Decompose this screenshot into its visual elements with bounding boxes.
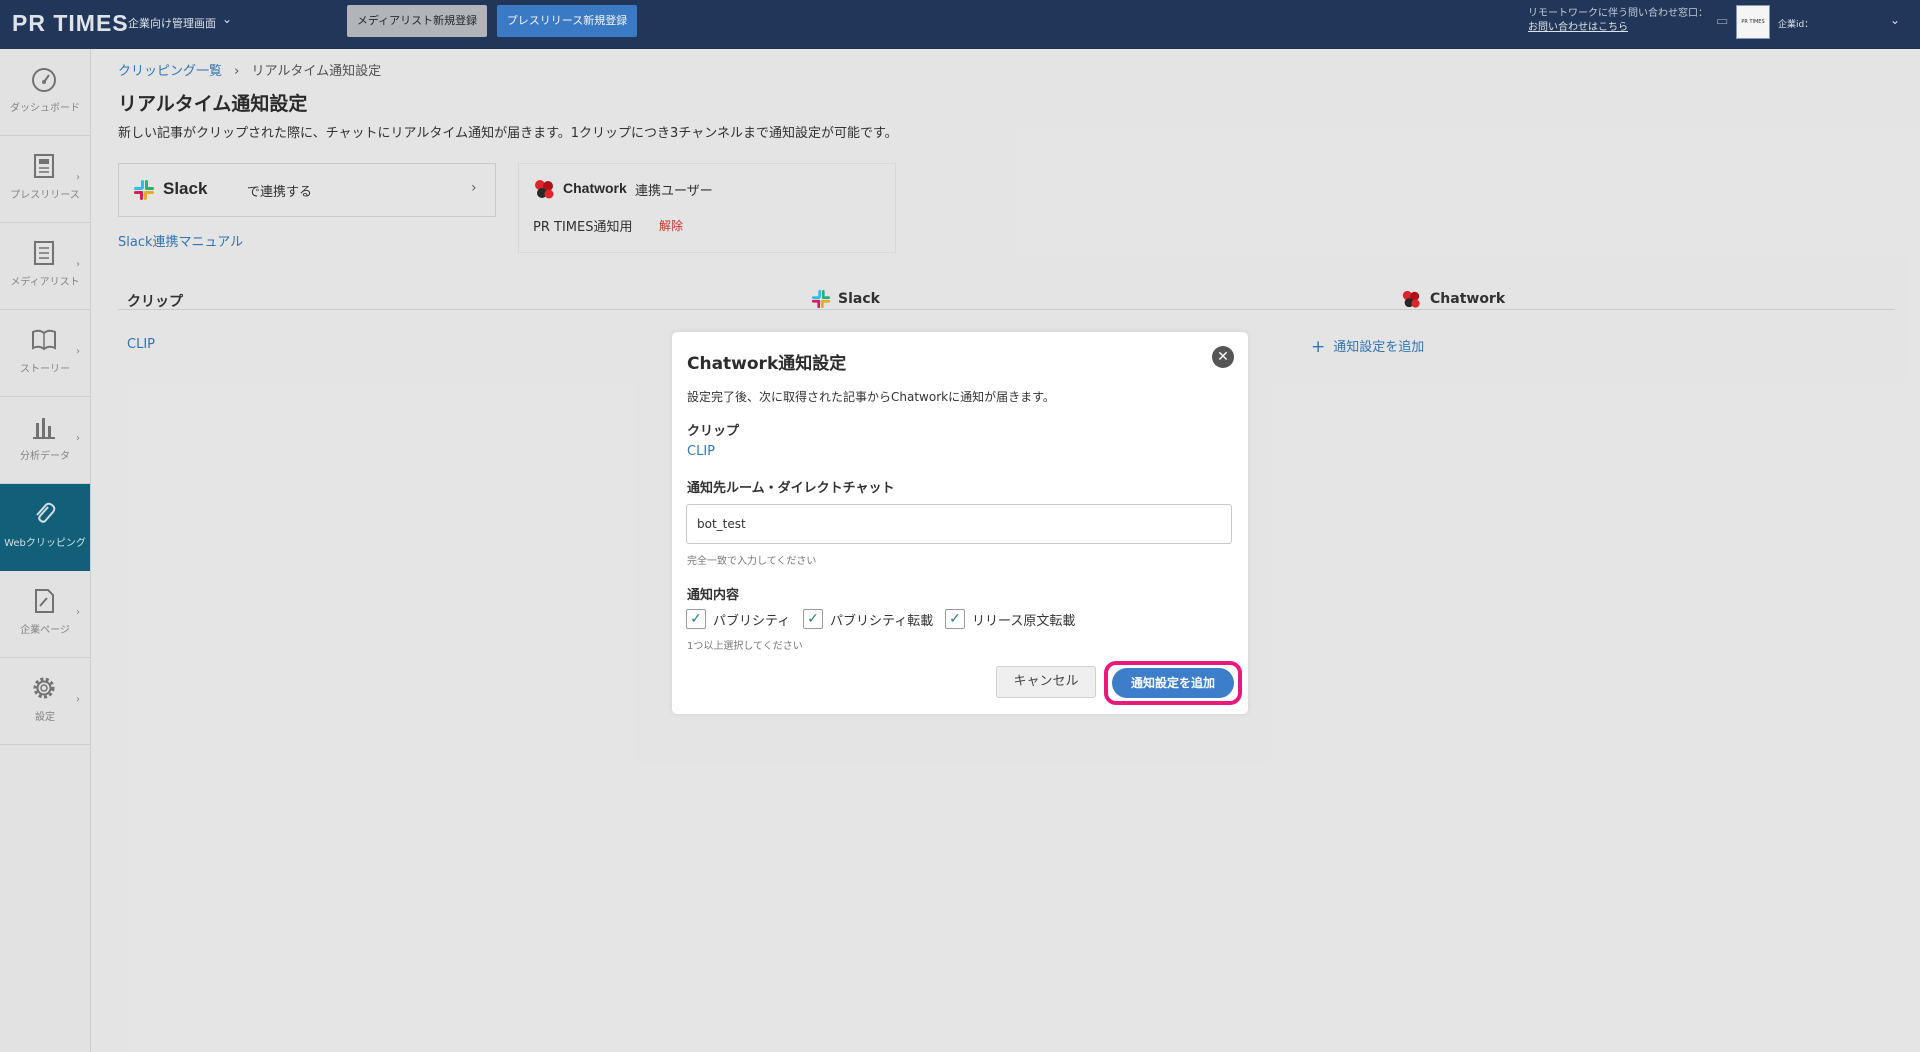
content-label: 通知内容: [687, 588, 740, 603]
close-icon[interactable]: ✕: [1212, 346, 1234, 368]
room-hint: 完全一致で入力してください: [687, 556, 817, 567]
cancel-button[interactable]: キャンセル: [996, 666, 1096, 698]
modal-intro: 設定完了後、次に取得された記事からChatworkに通知が届きます。: [687, 390, 1055, 404]
clip-label: クリップ: [687, 424, 740, 439]
chatwork-settings-modal: Chatwork通知設定 ✕ 設定完了後、次に取得された記事からChatwork…: [672, 332, 1248, 714]
room-input[interactable]: bot_test: [686, 504, 1232, 544]
publicity-label: パブリシティ: [713, 614, 791, 629]
checkmark-icon[interactable]: ✓: [686, 609, 706, 629]
modal-clip-link[interactable]: CLIP: [687, 444, 715, 459]
options-hint: 1つ以上選択してください: [687, 641, 803, 652]
publicity-repost-label: パブリシティ転載: [830, 614, 934, 629]
add-setting-button[interactable]: 通知設定を追加: [1112, 668, 1234, 698]
checkmark-icon[interactable]: ✓: [945, 609, 965, 629]
room-label: 通知先ルーム・ダイレクトチャット: [687, 481, 895, 496]
release-original-label: リリース原文転載: [972, 614, 1076, 629]
checkmark-icon[interactable]: ✓: [803, 609, 823, 629]
submit-highlight: 通知設定を追加: [1104, 661, 1242, 705]
modal-title: Chatwork通知設定: [687, 354, 847, 374]
